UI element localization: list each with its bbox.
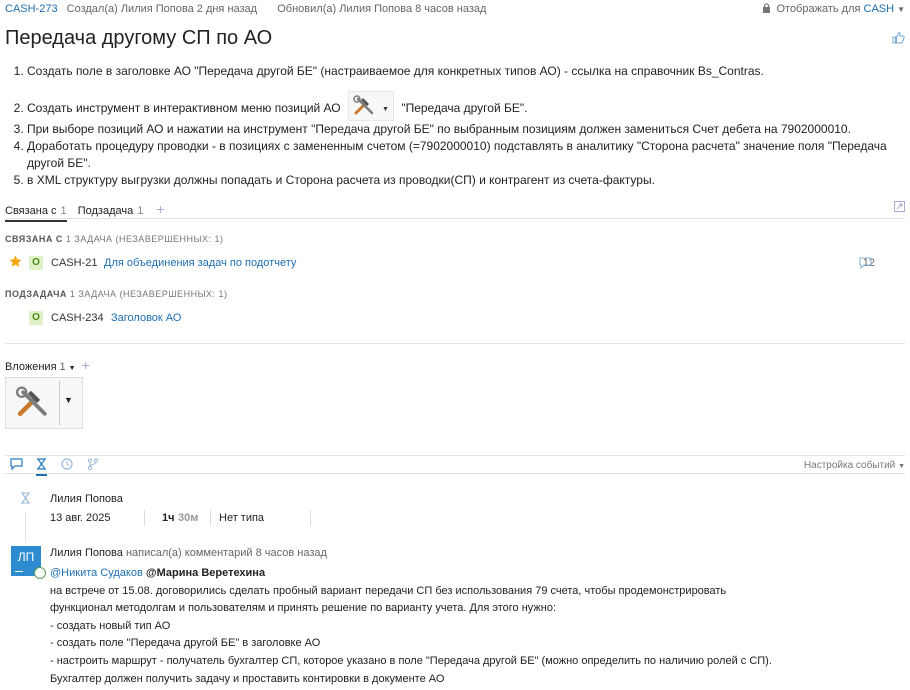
issue-link-title[interactable]: Для объединения задач по подотчету (104, 257, 296, 269)
lock-icon (762, 3, 771, 16)
list-item[interactable]: О CASH-234 Заголовок АО (5, 310, 905, 328)
divider (59, 381, 60, 425)
attachments-label: Вложения (5, 361, 57, 373)
expand-icon[interactable] (894, 201, 905, 215)
updated-info: Обновил(а) Лилия Попова 8 часов назад (277, 3, 487, 15)
timeline-line (25, 512, 26, 542)
related-heading: СВЯЗАНА С 1 ЗАДАЧА (НЕЗАВЕРШЕННЫХ: 1) (5, 234, 224, 244)
issue-link-title[interactable]: Заголовок АО (111, 312, 181, 324)
issue-key[interactable]: CASH-21 (51, 257, 97, 269)
comment-icon (859, 257, 872, 272)
worklog-author: Лилия Попова (50, 493, 123, 505)
inline-tool-image: ▼ (347, 91, 394, 121)
description-item: Создать поле в заголовке АО "Передача др… (27, 63, 910, 80)
tools-icon (353, 95, 374, 115)
issue-key[interactable]: CASH-234 (51, 312, 104, 324)
hourglass-icon (20, 492, 31, 507)
comment-line: функционал методолгам и пользователям и … (50, 602, 556, 615)
avatar[interactable]: ЛП (11, 546, 46, 579)
mention-link[interactable]: @Марина Веретехина (146, 567, 265, 579)
star-icon[interactable] (9, 255, 22, 271)
comment-author: Лилия Попова (50, 547, 123, 559)
comment-line: - создать поле "Передача другой БЕ" в за… (50, 637, 321, 650)
comment-line: - создать новый тип АО (50, 619, 171, 632)
description-item: При выборе позиций АО и нажатии на инстр… (27, 121, 910, 138)
link-tabs: Связана с1 Подзадача 1 + (5, 201, 905, 222)
description-item: в XML структуру выгрузки должны попадать… (27, 172, 910, 189)
add-attachment-button[interactable]: + (82, 357, 90, 373)
divider (310, 510, 311, 526)
comment-header: Лилия Попова написал(а) комментарий 8 ча… (50, 547, 327, 559)
comment-meta: написал(а) комментарий 8 часов назад (125, 547, 327, 559)
chevron-down-icon: ▼ (64, 395, 73, 405)
worklog-hours: 1ч (162, 512, 175, 524)
chevron-down-icon: ▼ (68, 365, 76, 372)
status-icon (34, 567, 46, 579)
tools-icon (15, 386, 47, 417)
subtask-heading: ПОДЗАДАЧА 1 ЗАДАЧА (НЕЗАВЕРШЕННЫХ: 1) (5, 289, 228, 299)
event-settings-dropdown[interactable]: Настройка событий ▼ (804, 460, 905, 471)
comment-line: Бухгалтер должен получить задачу и прост… (50, 672, 445, 685)
issue-title: Передача другому СП по АО (5, 27, 273, 49)
comment-line: - настроить маршрут - получатель бухгалт… (50, 654, 772, 667)
divider (210, 510, 211, 526)
status-badge: О (29, 311, 43, 325)
attachments-header[interactable]: Вложения 1 ▼ + (5, 357, 90, 373)
history-tab-icon[interactable] (61, 458, 73, 473)
divider (144, 510, 145, 526)
worklog-type: Нет типа (219, 512, 265, 524)
chevron-down-icon: ▼ (897, 5, 905, 14)
comment-line: на встрече от 15.08. договорились сделат… (50, 584, 727, 597)
like-icon[interactable] (892, 31, 905, 47)
list-item[interactable]: О CASH-21 Для объединения задач по подот… (5, 255, 905, 273)
visibility-label: Отображать для (776, 3, 861, 15)
visibility-control[interactable]: Отображать для CASH ▼ (762, 3, 905, 16)
description-list: Создать поле в заголовке АО "Передача др… (5, 63, 910, 189)
comments-tab-icon[interactable] (10, 458, 23, 473)
description-item: Создать инструмент в интерактивном меню … (27, 91, 910, 121)
visibility-value[interactable]: CASH (864, 3, 895, 15)
worklog-date: 13 авг. 2025 (50, 512, 111, 524)
created-info: Создал(а) Лилия Попова 2 дня назад (66, 3, 258, 15)
issue-key-link[interactable]: CASH-273 (5, 3, 58, 15)
worklog-tab-icon[interactable] (36, 458, 47, 476)
comment-body: @Никита Судаков @Марина Веретехина на вс… (50, 565, 900, 688)
divider (5, 343, 905, 344)
description-item: Доработать процедуру проводки - в позици… (27, 138, 910, 172)
divider (5, 218, 905, 219)
activity-tabs: Настройка событий ▼ (5, 456, 905, 476)
attachment-thumbnail[interactable]: ▼ (5, 377, 83, 429)
worklog-minutes: 30м (178, 512, 199, 524)
chevron-down-icon: ▼ (898, 463, 905, 470)
tab-related[interactable]: Связана с1 (5, 205, 67, 222)
commits-tab-icon[interactable] (87, 458, 99, 473)
mention-link[interactable]: @Никита Судаков (50, 567, 143, 579)
issue-meta-bar: CASH-273 Создал(а) Лилия Попова 2 дня на… (5, 3, 905, 17)
chevron-down-icon: ▼ (382, 106, 389, 113)
status-badge: О (29, 256, 43, 270)
